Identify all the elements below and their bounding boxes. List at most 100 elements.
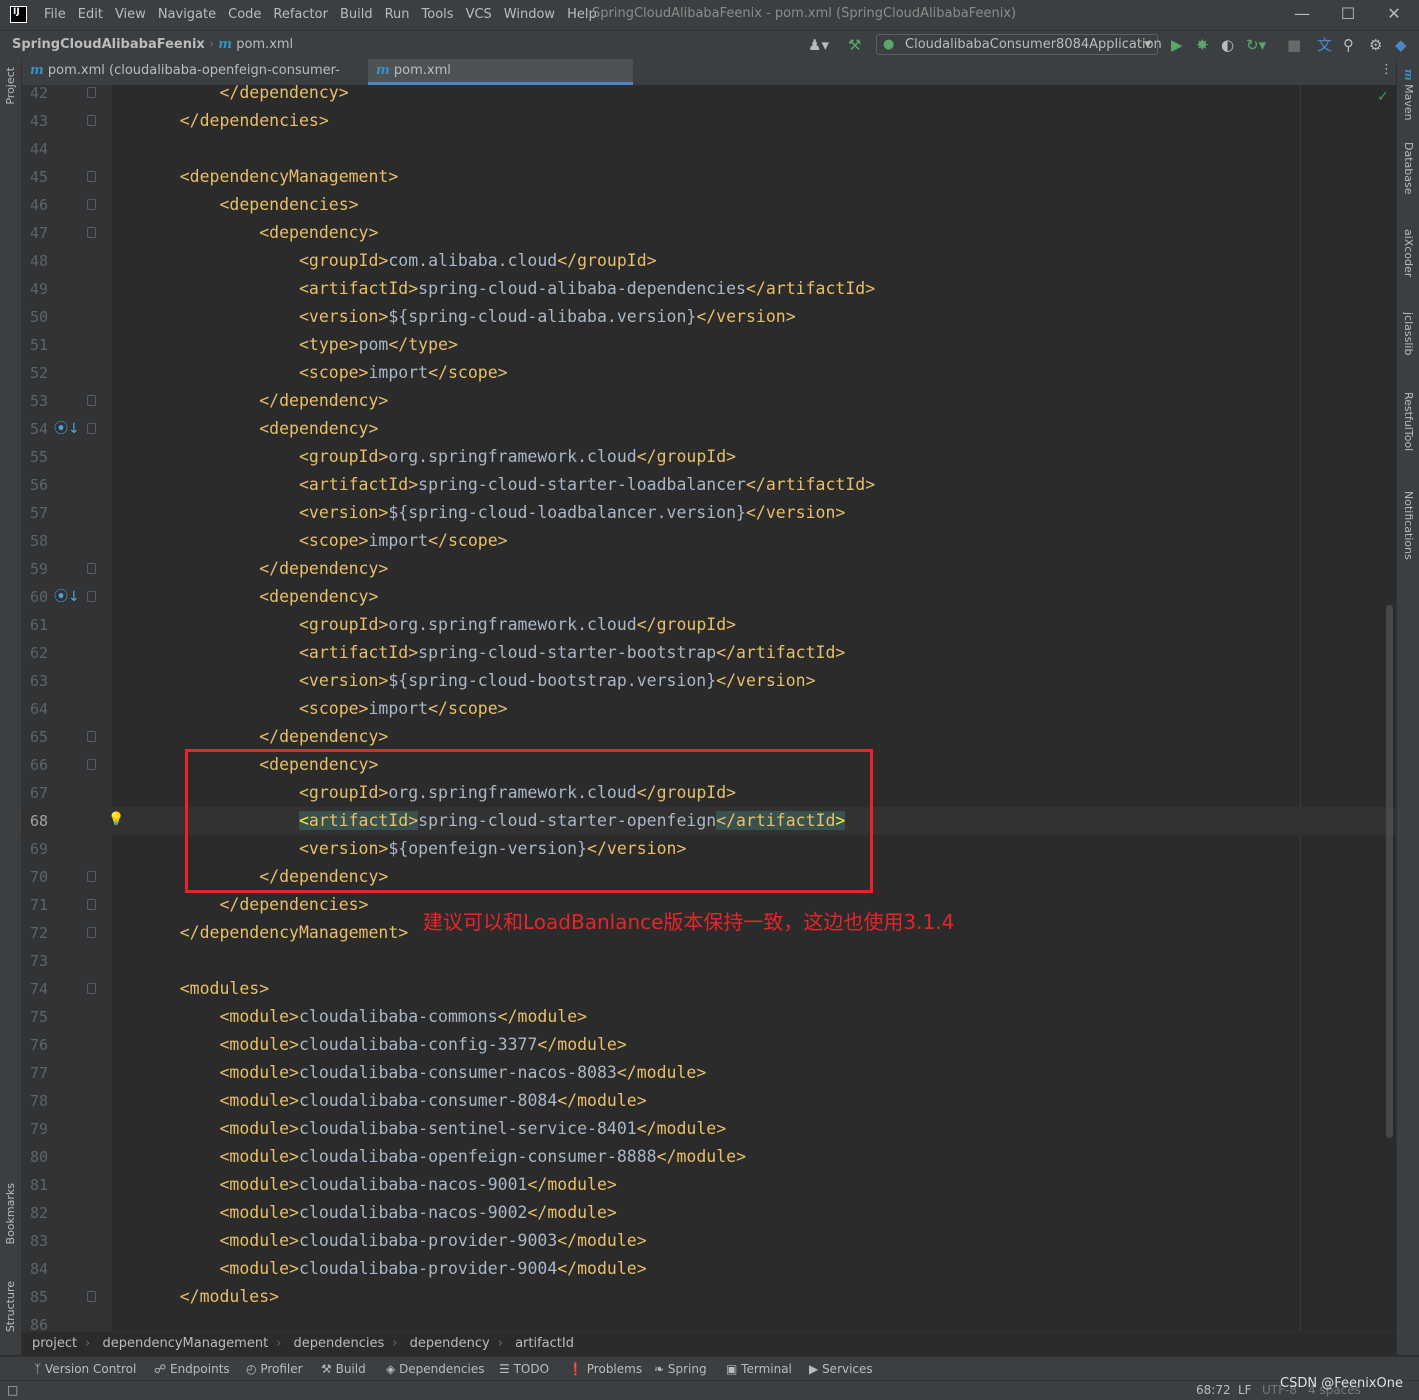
crumb-dependencies[interactable]: dependencies	[294, 1336, 385, 1351]
build-hammer-icon[interactable]: ⚒	[848, 35, 861, 55]
overridden-marker-icon[interactable]: ⦿↓	[54, 583, 80, 611]
project-name[interactable]: SpringCloudAlibabaFeenix	[12, 37, 205, 52]
maven-tool-button[interactable]: m Maven	[1402, 69, 1415, 121]
code-line[interactable]: 63 <version>${spring-cloud-bootstrap.ver…	[22, 667, 1396, 695]
translate-icon[interactable]: 文	[1317, 35, 1332, 55]
services-button[interactable]: ▶ Services	[809, 1357, 873, 1381]
search-icon[interactable]: ⚲	[1343, 35, 1354, 55]
notifications-tool-button[interactable]: Notifications	[1402, 491, 1415, 560]
code-line[interactable]: 57 <version>${spring-cloud-loadbalancer.…	[22, 499, 1396, 527]
database-tool-button[interactable]: Database	[1402, 142, 1415, 195]
fold-marker-icon[interactable]	[87, 927, 96, 938]
menu-file[interactable]: File	[38, 0, 72, 30]
code-line[interactable]: 50 <version>${spring-cloud-alibaba.versi…	[22, 303, 1396, 331]
menu-refactor[interactable]: Refactor	[267, 0, 334, 30]
more-tabs-icon[interactable]: ⋮	[1380, 62, 1393, 77]
plugin-icon[interactable]: ◆	[1395, 35, 1407, 55]
stop-icon[interactable]: ■	[1287, 35, 1301, 55]
vertical-scrollbar[interactable]	[1386, 605, 1393, 1138]
structure-tool-button[interactable]: Structure	[4, 1281, 17, 1332]
fold-marker-icon[interactable]	[87, 395, 96, 406]
close-window-button[interactable]: ✕	[1371, 0, 1417, 30]
code-line[interactable]: 59 </dependency>	[22, 555, 1396, 583]
jclasslib-tool-button[interactable]: jclasslib	[1402, 312, 1415, 355]
layout-toggle-icon[interactable]: □	[7, 1381, 18, 1399]
code-line[interactable]: 60 ⦿↓ <dependency>	[22, 583, 1396, 611]
caret-position[interactable]: 68:72	[1196, 1381, 1231, 1399]
code-line[interactable]: 74 <modules>	[22, 975, 1396, 1003]
bookmarks-tool-button[interactable]: Bookmarks	[4, 1183, 17, 1244]
intention-bulb-icon[interactable]: 💡	[108, 807, 124, 833]
code-line[interactable]: 54 ⦿↓ <dependency>	[22, 415, 1396, 443]
fold-marker-icon[interactable]	[87, 591, 96, 602]
code-editor[interactable]: 42 </dependency> 43 </dependencies> 44 45 <…	[22, 85, 1396, 1331]
tab-pom-openfeign-consumer[interactable]: m pom.xml (cloudalibaba-openfeign-consum…	[22, 59, 376, 102]
fold-marker-icon[interactable]	[87, 871, 96, 882]
fold-marker-icon[interactable]	[87, 563, 96, 574]
menu-tools[interactable]: Tools	[416, 0, 460, 30]
code-line[interactable]: 46 <dependencies>	[22, 191, 1396, 219]
line-separator[interactable]: LF	[1238, 1381, 1252, 1399]
menu-vcs[interactable]: VCS	[460, 0, 498, 30]
fold-marker-icon[interactable]	[87, 423, 96, 434]
overridden-marker-icon[interactable]: ⦿↓	[54, 415, 80, 443]
menu-edit[interactable]: Edit	[72, 0, 109, 30]
code-line[interactable]: 82 <module>cloudalibaba-nacos-9002</modu…	[22, 1199, 1396, 1227]
crumb-artifact-id[interactable]: artifactId	[515, 1336, 574, 1351]
inspection-ok-icon[interactable]: ✓	[1377, 89, 1389, 105]
menu-build[interactable]: Build	[334, 0, 379, 30]
code-line[interactable]: 62 <artifactId>spring-cloud-starter-boot…	[22, 639, 1396, 667]
problems-button[interactable]: ❗ Problems	[568, 1357, 642, 1381]
version-control-button[interactable]: ᛉ Version Control	[34, 1357, 136, 1381]
code-line[interactable]: 73	[22, 947, 1396, 975]
crumb-dependency-management[interactable]: dependencyManagement	[102, 1336, 268, 1351]
settings-gear-icon[interactable]: ⚙	[1369, 35, 1382, 55]
fold-marker-icon[interactable]	[87, 227, 96, 238]
code-line[interactable]: 65 </dependency>	[22, 723, 1396, 751]
terminal-button[interactable]: ▣ Terminal	[726, 1357, 792, 1381]
build-button[interactable]: ⚒ Build	[321, 1357, 366, 1381]
file-name[interactable]: pom.xml	[236, 37, 293, 52]
code-line[interactable]: 77 <module>cloudalibaba-consumer-nacos-8…	[22, 1059, 1396, 1087]
dependencies-button[interactable]: ◈ Dependencies	[386, 1357, 484, 1381]
code-line[interactable]: 58 <scope>import</scope>	[22, 527, 1396, 555]
fold-marker-icon[interactable]	[87, 199, 96, 210]
code-line[interactable]: 47 <dependency>	[22, 219, 1396, 247]
code-line[interactable]: 53 </dependency>	[22, 387, 1396, 415]
fold-marker-icon[interactable]	[87, 1291, 96, 1302]
fold-marker-icon[interactable]	[87, 899, 96, 910]
code-line[interactable]: 85 </modules>	[22, 1283, 1396, 1311]
aixcoder-tool-button[interactable]: aiXcoder	[1402, 229, 1415, 277]
code-line[interactable]: 51 <type>pom</type>	[22, 331, 1396, 359]
crumb-dependency[interactable]: dependency	[410, 1336, 490, 1351]
code-line[interactable]: 84 <module>cloudalibaba-provider-9004</m…	[22, 1255, 1396, 1283]
menu-view[interactable]: View	[109, 0, 152, 30]
code-line[interactable]: 79 <module>cloudalibaba-sentinel-service…	[22, 1115, 1396, 1143]
maximize-button[interactable]: ☐	[1325, 0, 1371, 30]
project-tool-button[interactable]: Project	[4, 67, 17, 105]
todo-button[interactable]: ☰ TODO	[499, 1357, 549, 1381]
menu-window[interactable]: Window	[498, 0, 561, 30]
code-line[interactable]: 81 <module>cloudalibaba-nacos-9001</modu…	[22, 1171, 1396, 1199]
menu-navigate[interactable]: Navigate	[152, 0, 222, 30]
code-line[interactable]: 86	[22, 1311, 1396, 1331]
code-line[interactable]: 42 </dependency>	[22, 85, 1396, 107]
code-line[interactable]: 52 <scope>import</scope>	[22, 359, 1396, 387]
menu-code[interactable]: Code	[222, 0, 267, 30]
user-icon[interactable]: ♟▾	[808, 35, 829, 55]
code-line[interactable]: 61 <groupId>org.springframework.cloud</g…	[22, 611, 1396, 639]
code-line[interactable]: 75 <module>cloudalibaba-commons</module>	[22, 1003, 1396, 1031]
crumb-project[interactable]: project	[32, 1336, 77, 1351]
code-line[interactable]: 44	[22, 135, 1396, 163]
endpoints-button[interactable]: ☍ Endpoints	[154, 1357, 230, 1381]
fold-marker-icon[interactable]	[87, 731, 96, 742]
fold-marker-icon[interactable]	[87, 171, 96, 182]
code-line[interactable]: 64 <scope>import</scope>	[22, 695, 1396, 723]
minimize-button[interactable]: —	[1279, 0, 1325, 30]
fold-marker-icon[interactable]	[87, 87, 96, 98]
code-line[interactable]: 56 <artifactId>spring-cloud-starter-load…	[22, 471, 1396, 499]
run-configuration-select[interactable]: ● CloudalibabaConsumer8084Application ▾	[876, 34, 1162, 55]
menu-run[interactable]: Run	[379, 0, 416, 30]
fold-marker-icon[interactable]	[87, 115, 96, 126]
profile-icon[interactable]: ↻▾	[1246, 35, 1266, 55]
